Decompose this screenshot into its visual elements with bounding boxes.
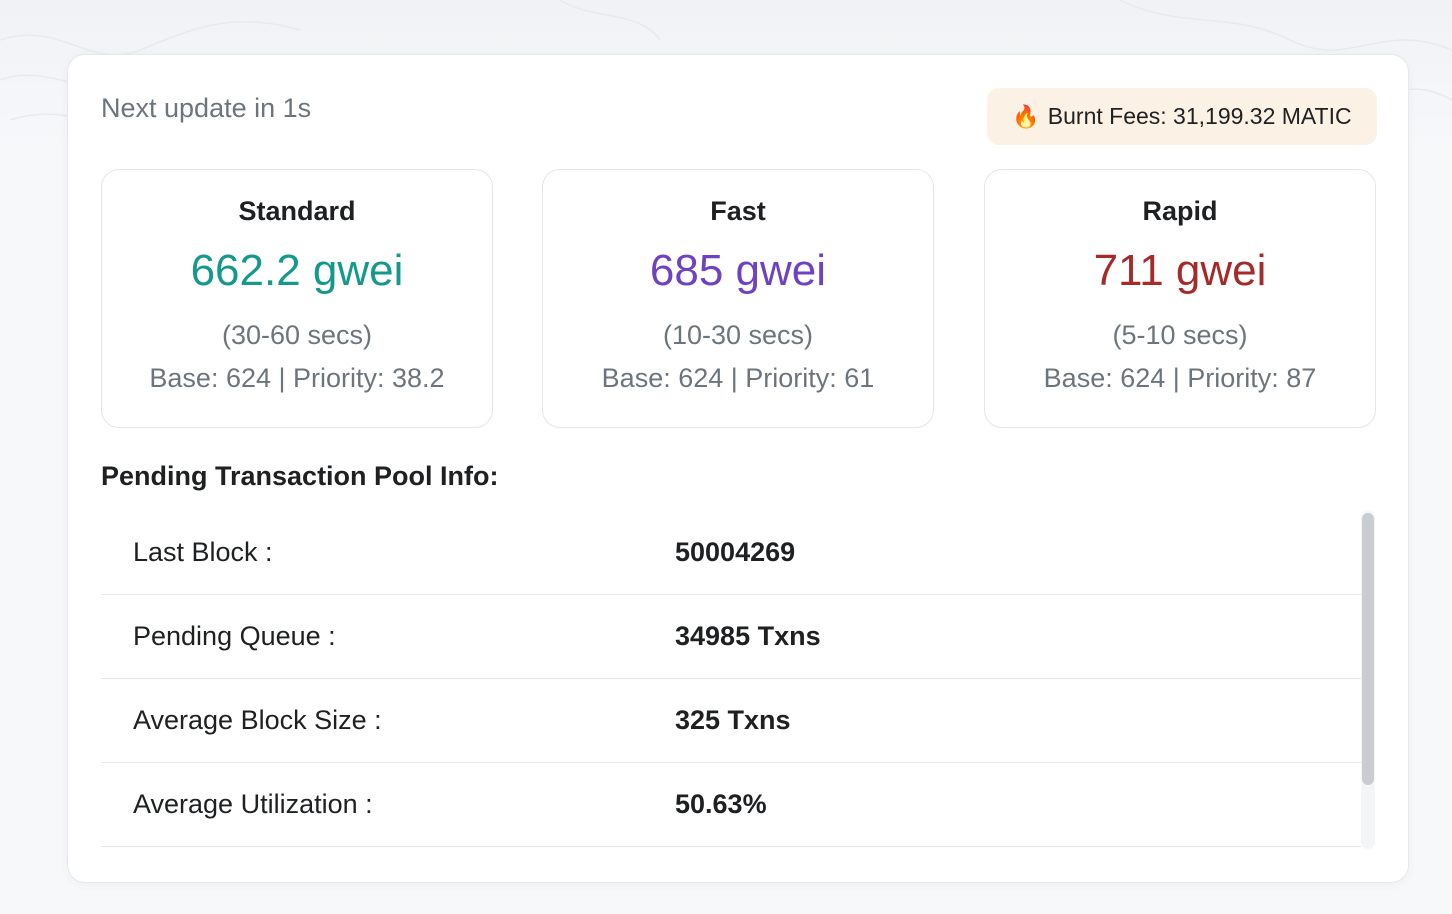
tier-name: Standard bbox=[238, 196, 356, 226]
tier-price: 662.2 gwei bbox=[190, 246, 404, 295]
row-label: Average Block Size : bbox=[133, 705, 382, 735]
row-value: 50004269 bbox=[675, 537, 796, 567]
row-value: 34985 Txns bbox=[675, 621, 821, 651]
burnt-fees-text: Burnt Fees: 31,199.32 MATIC bbox=[1047, 103, 1352, 129]
burnt-fees-badge: 🔥 Burnt Fees: 31,199.32 MATIC bbox=[987, 88, 1377, 145]
pool-row-last-block: Last Block : 50004269 bbox=[101, 511, 1361, 595]
fire-icon: 🔥 bbox=[1012, 103, 1040, 129]
row-value: 50.63% bbox=[675, 789, 767, 819]
tier-fast: Fast 685 gwei (10-30 secs) Base: 624 | P… bbox=[542, 169, 934, 428]
tier-time: (5-10 secs) bbox=[1112, 320, 1248, 350]
tier-rapid: Rapid 711 gwei (5-10 secs) Base: 624 | P… bbox=[984, 169, 1376, 428]
row-label: Pending Queue : bbox=[133, 621, 336, 651]
tier-name: Fast bbox=[710, 196, 766, 226]
row-label: Last Block : bbox=[133, 537, 273, 567]
tier-detail: Base: 624 | Priority: 87 bbox=[1043, 363, 1317, 393]
tier-price: 685 gwei bbox=[649, 246, 827, 295]
tier-name: Rapid bbox=[1142, 196, 1218, 226]
tier-detail: Base: 624 | Priority: 61 bbox=[601, 363, 875, 393]
tier-time: (30-60 secs) bbox=[221, 320, 373, 350]
row-label: Average Utilization : bbox=[133, 789, 373, 819]
tier-time: (10-30 secs) bbox=[662, 320, 814, 350]
pool-scrollbar-thumb[interactable] bbox=[1362, 513, 1374, 785]
pool-row-pending-queue: Pending Queue : 34985 Txns bbox=[101, 595, 1361, 679]
row-value: 325 Txns bbox=[675, 705, 791, 735]
pool-row-average-block-size: Average Block Size : 325 Txns bbox=[101, 679, 1361, 763]
pool-info-title: Pending Transaction Pool Info: bbox=[101, 461, 499, 491]
pool-info-list[interactable]: Last Block : 50004269 Pending Queue : 34… bbox=[101, 511, 1361, 851]
tier-standard: Standard 662.2 gwei (30-60 secs) Base: 6… bbox=[101, 169, 493, 428]
next-update-text: Next update in 1s bbox=[101, 93, 312, 123]
tier-price: 711 gwei bbox=[1093, 246, 1267, 295]
pool-row-average-utilization: Average Utilization : 50.63% bbox=[101, 763, 1361, 847]
tier-detail: Base: 624 | Priority: 38.2 bbox=[149, 363, 445, 393]
gas-tracker-card: Next update in 1s 🔥 Burnt Fees: 31,199.3… bbox=[67, 54, 1409, 883]
pool-scrollbar[interactable] bbox=[1361, 511, 1375, 849]
